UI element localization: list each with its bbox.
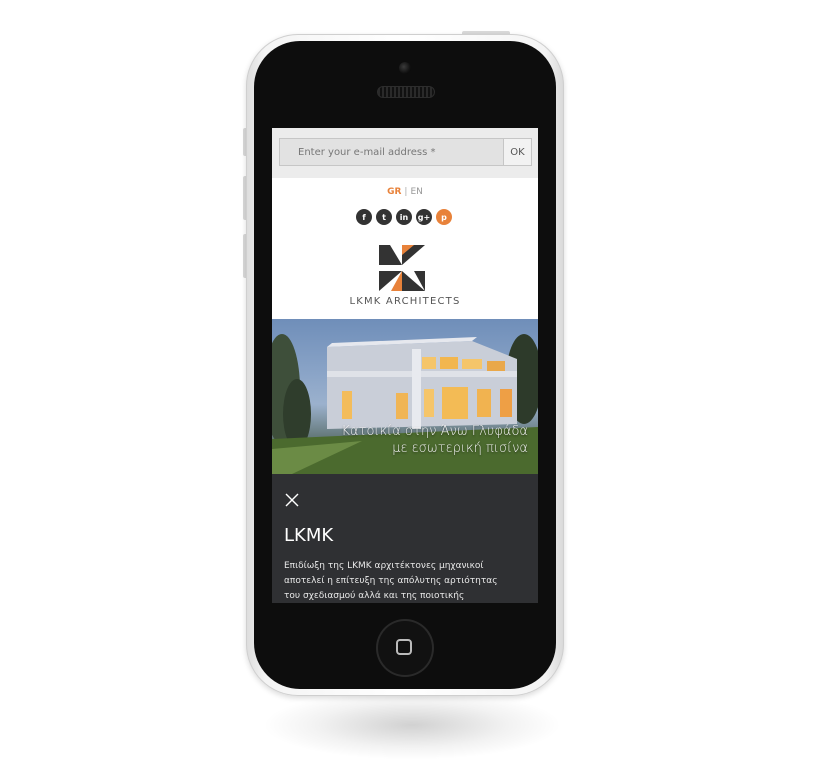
panel-title: LKMK <box>284 525 334 546</box>
twitter-icon[interactable]: t <box>376 209 392 225</box>
hero-caption-line-2: με εσωτερική πισίνα <box>392 441 528 456</box>
panel-text-line-2: αποτελεί η επίτευξη της απόλυτης αρτιότη… <box>284 576 498 586</box>
email-input[interactable] <box>279 138 504 166</box>
phone-screen: OK GR|EN f t in g+ p LKMK ARCHITECTS <box>272 128 538 603</box>
brand-name: LKMK ARCHITECTS <box>349 296 461 307</box>
phone-shadow <box>262 690 562 760</box>
lang-gr[interactable]: GR <box>387 187 401 197</box>
social-links: f t in g+ p <box>356 209 452 225</box>
google-plus-icon[interactable]: g+ <box>416 209 432 225</box>
lkmk-logo-icon[interactable] <box>379 245 425 291</box>
panel-text-line-3: του σχεδιασμού αλλά και της ποιοτικής <box>284 591 465 601</box>
linkedin-icon[interactable]: in <box>396 209 412 225</box>
panel-text-line-1: Επιδίωξη της LKMK αρχιτέκτονες μηχανικοί <box>284 561 484 571</box>
close-icon[interactable] <box>284 492 300 508</box>
front-camera <box>399 62 411 74</box>
earpiece-speaker <box>377 86 435 98</box>
hero-caption: Κατοικία στην Άνω Γλυφάδα με εσωτερική π… <box>342 423 528 457</box>
pinterest-icon[interactable]: p <box>436 209 452 225</box>
lang-separator: | <box>404 187 408 197</box>
home-button[interactable] <box>376 619 434 677</box>
language-switcher: GR | EN <box>272 187 538 197</box>
lang-en[interactable]: EN <box>410 187 422 197</box>
hero-caption-line-1: Κατοικία στην Άνω Γλυφάδα <box>341 424 528 439</box>
hero-image[interactable]: Κατοικία στην Άνω Γλυφάδα με εσωτερική π… <box>272 319 538 474</box>
facebook-icon[interactable]: f <box>356 209 372 225</box>
ok-button[interactable]: OK <box>504 138 532 166</box>
panel-text: Επιδίωξη της LKMK αρχιτέκτονες μηχανικοί… <box>284 559 514 603</box>
home-square-icon <box>396 639 412 655</box>
info-panel: LKMK Επιδίωξη της LKMK αρχιτέκτονες μηχα… <box>272 474 538 603</box>
newsletter-bar: OK <box>272 128 538 178</box>
